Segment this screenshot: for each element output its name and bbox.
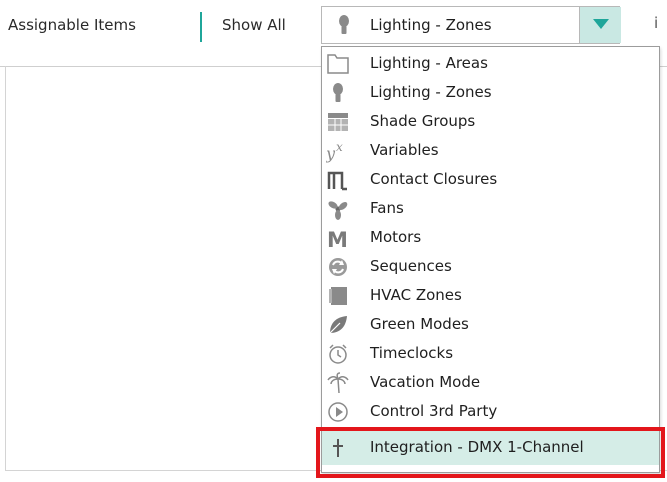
item-type-combobox[interactable]: Lighting - Zones — [321, 6, 621, 44]
bulb-icon — [333, 83, 343, 102]
dropdown-item-label: Control 3rd Party — [370, 402, 498, 420]
toolbar-divider — [200, 12, 202, 42]
dropdown-item-shade-groups[interactable]: Shade Groups — [322, 108, 659, 137]
svg-text:M: M — [327, 228, 348, 250]
dropdown-item-timeclocks[interactable]: Timeclocks — [322, 340, 659, 369]
dropdown-item-hvac-zones[interactable]: HVAC Zones — [322, 282, 659, 311]
dropdown-item-control-3rd-party[interactable]: Control 3rd Party — [322, 398, 659, 427]
show-all-button[interactable]: Show All — [222, 16, 286, 34]
dropdown-item-vacation-mode[interactable]: Vacation Mode — [322, 369, 659, 398]
combobox-dropdown-button[interactable] — [579, 7, 621, 43]
dropdown-item-label: Shade Groups — [370, 112, 476, 130]
item-type-dropdown-list: Lighting - Areas Lighting - Zones Shade … — [321, 46, 660, 473]
dropdown-item-variables[interactable]: y x Variables — [322, 137, 659, 166]
motor-icon: M — [327, 228, 348, 250]
leaf-icon — [329, 316, 347, 334]
dropdown-item-label: Green Modes — [370, 315, 469, 333]
dropdown-item-green-modes[interactable]: Green Modes — [322, 311, 659, 340]
alarm-clock-icon — [329, 344, 347, 364]
combobox-selected-value: Lighting - Zones — [370, 16, 492, 34]
area-icon — [327, 54, 349, 74]
chevron-down-icon — [593, 19, 609, 29]
dropdown-item-label: HVAC Zones — [370, 286, 462, 304]
truncated-toolbar-text: i — [654, 14, 659, 32]
dropdown-item-label: Lighting - Areas — [370, 54, 488, 72]
palm-tree-icon — [327, 372, 349, 394]
dropdown-item-fans[interactable]: Fans — [322, 195, 659, 224]
assignable-items-label: Assignable Items — [8, 16, 136, 34]
dropdown-item-lighting-zones[interactable]: Lighting - Zones — [322, 79, 659, 108]
shade-icon — [328, 113, 348, 131]
svg-text:y: y — [326, 144, 336, 163]
dropdown-item-motors[interactable]: M Motors — [322, 224, 659, 253]
fan-icon — [328, 201, 348, 220]
contact-closure-icon — [327, 171, 347, 191]
play-circle-icon — [328, 402, 348, 422]
dropdown-item-sequences[interactable]: Sequences — [322, 253, 659, 282]
dropdown-item-label: Contact Closures — [370, 170, 498, 188]
dropdown-item-label: Sequences — [370, 257, 452, 275]
dropdown-item-contact-closures[interactable]: Contact Closures — [322, 166, 659, 195]
dropdown-item-label: Motors — [370, 228, 422, 246]
hvac-icon — [329, 287, 347, 305]
dropdown-item-lighting-areas[interactable]: Lighting - Areas — [322, 50, 659, 79]
sequence-icon — [329, 258, 347, 276]
variable-icon: y x — [326, 140, 343, 163]
bulb-icon — [339, 15, 349, 34]
selection-highlight-annotation — [316, 427, 665, 478]
dropdown-item-label: Fans — [370, 199, 404, 217]
dropdown-item-label: Timeclocks — [370, 344, 454, 362]
dropdown-item-label: Variables — [370, 141, 439, 159]
dropdown-item-label: Lighting - Zones — [370, 83, 492, 101]
svg-text:x: x — [336, 140, 343, 154]
dropdown-item-label: Vacation Mode — [370, 373, 481, 391]
